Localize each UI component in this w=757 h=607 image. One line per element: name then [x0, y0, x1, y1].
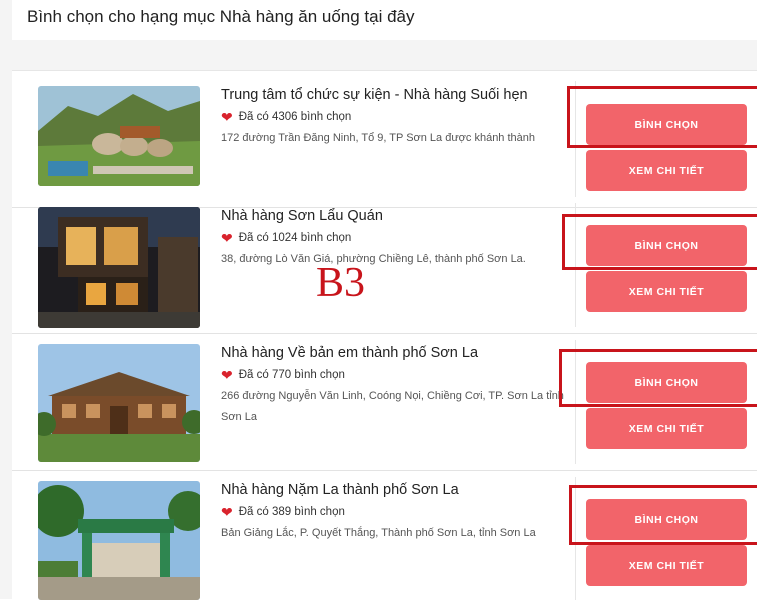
heart-icon: ❤	[221, 230, 233, 246]
restaurant-name[interactable]: Nhà hàng Về bản em thành phố Sơn La	[221, 345, 478, 361]
highlight-box	[567, 86, 757, 148]
vote-count: ❤ Đã có 770 bình chọn	[221, 368, 345, 382]
restaurant-name[interactable]: Nhà hàng Sơn Lẩu Quán	[221, 208, 383, 224]
restaurant-name[interactable]: Trung tâm tổ chức sự kiện - Nhà hàng Suố…	[221, 87, 528, 103]
restaurant-thumbnail[interactable]	[38, 86, 200, 186]
vote-count: ❤ Đã có 4306 bình chọn	[221, 110, 351, 124]
highlight-box	[569, 485, 757, 545]
vote-count-text: Đã có 1024 bình chọn	[238, 232, 352, 244]
restaurant-address: 266 đường Nguyễn Văn Linh, Coóng Nọi, Ch…	[221, 390, 564, 423]
heart-icon: ❤	[221, 367, 233, 383]
vote-count: ❤ Đã có 389 bình chọn	[221, 505, 345, 519]
restaurant-address: 172 đường Trần Đăng Ninh, Tổ 9, TP Sơn L…	[221, 132, 536, 144]
heart-icon: ❤	[221, 504, 233, 520]
view-details-button[interactable]: XEM CHI TIẾT	[586, 150, 747, 191]
vote-count-text: Đã có 4306 bình chọn	[238, 111, 352, 123]
highlight-box	[562, 214, 757, 270]
page-title: Bình chọn cho hạng mục Nhà hàng ăn uống …	[27, 7, 415, 26]
view-details-button[interactable]: XEM CHI TIẾT	[586, 271, 747, 312]
restaurant-thumbnail[interactable]	[38, 207, 200, 328]
restaurant-thumbnail[interactable]	[38, 344, 200, 462]
vote-count-text: Đã có 770 bình chọn	[238, 369, 345, 381]
highlight-box	[559, 349, 757, 407]
restaurant-address: 38, đường Lò Văn Giá, phường Chiềng Lê, …	[221, 253, 526, 265]
header-panel: Bình chọn cho hạng mục Nhà hàng ăn uống …	[12, 0, 757, 40]
heart-icon: ❤	[221, 109, 233, 125]
restaurant-thumbnail[interactable]	[38, 481, 200, 600]
vote-count-text: Đã có 389 bình chọn	[238, 506, 345, 518]
restaurant-name[interactable]: Nhà hàng Nặm La thành phố Sơn La	[221, 482, 459, 498]
vote-count: ❤ Đã có 1024 bình chọn	[221, 231, 351, 245]
view-details-button[interactable]: XEM CHI TIẾT	[586, 545, 747, 586]
step-annotation: B3	[316, 260, 366, 306]
view-details-button[interactable]: XEM CHI TIẾT	[586, 408, 747, 449]
restaurant-address: Bản Giảng Lắc, P. Quyết Thắng, Thành phố…	[221, 527, 536, 539]
